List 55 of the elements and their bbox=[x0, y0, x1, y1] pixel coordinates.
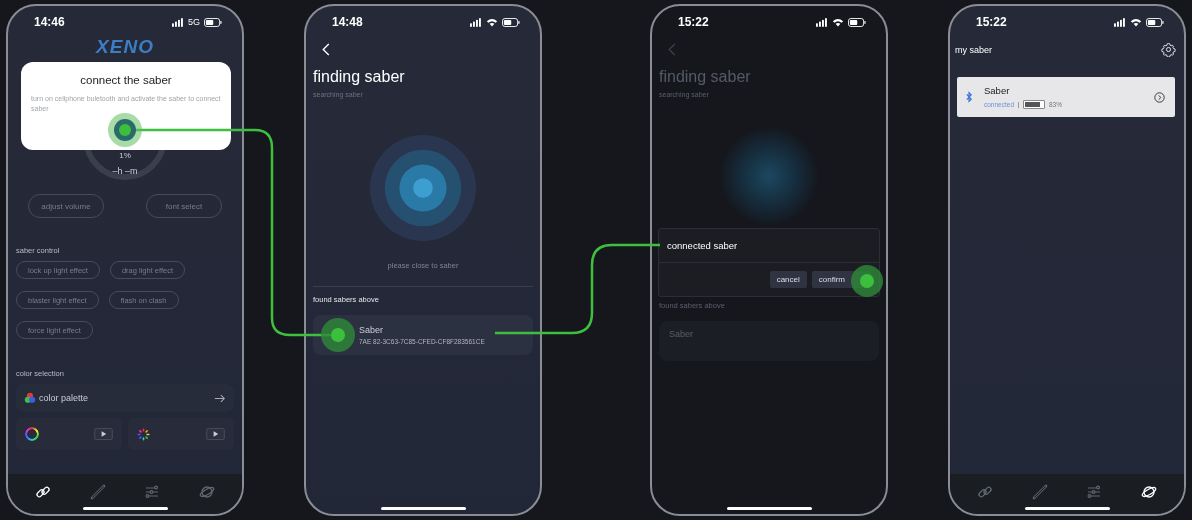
sliders-icon bbox=[1086, 484, 1103, 500]
arrow-right-icon bbox=[214, 393, 226, 403]
play-icon[interactable] bbox=[206, 428, 225, 440]
battery-percent: 1% bbox=[119, 151, 131, 160]
page-title: my saber bbox=[955, 44, 992, 55]
battery-icon bbox=[502, 17, 520, 27]
page-title: finding saber bbox=[313, 68, 406, 86]
link-icon bbox=[35, 484, 52, 500]
chevron-right-icon[interactable] bbox=[1154, 91, 1165, 103]
remaining-time: –h –m bbox=[112, 166, 138, 176]
sliders-icon bbox=[144, 484, 161, 500]
wifi-icon bbox=[1130, 17, 1142, 27]
battery-level-icon bbox=[1023, 100, 1045, 109]
planet-icon bbox=[198, 484, 215, 500]
back-icon[interactable] bbox=[322, 43, 330, 56]
tap-indicator bbox=[108, 113, 142, 147]
bluetooth-icon bbox=[965, 91, 973, 103]
saber-icon bbox=[1031, 484, 1048, 500]
status-time: 14:46 bbox=[34, 15, 65, 29]
color-mode-card[interactable] bbox=[16, 418, 122, 450]
wifi-icon bbox=[832, 17, 844, 27]
status-time: 15:22 bbox=[678, 15, 709, 29]
brand-logo: XENO bbox=[96, 36, 154, 58]
dialog-button[interactable]: cancel bbox=[769, 271, 807, 288]
network-label: 5G bbox=[188, 17, 200, 27]
page-title: finding saber bbox=[659, 68, 752, 86]
signal-icon bbox=[816, 17, 828, 27]
saber-icon bbox=[89, 484, 106, 500]
saber-name: Saber bbox=[984, 85, 1011, 96]
signal-icon bbox=[1114, 17, 1126, 27]
color-palette-icon bbox=[24, 392, 36, 404]
device-name: Saber bbox=[659, 321, 879, 361]
link-icon bbox=[977, 484, 994, 500]
back-icon bbox=[668, 43, 676, 56]
tap-indicator bbox=[321, 318, 355, 352]
dotted-ring-icon bbox=[137, 427, 150, 441]
battery-icon bbox=[1146, 17, 1164, 27]
battery-icon bbox=[848, 17, 866, 27]
palette-label: color palette bbox=[39, 393, 90, 403]
color-palette-row[interactable]: color palette bbox=[16, 384, 234, 412]
battery-icon bbox=[204, 17, 222, 27]
status-time: 15:22 bbox=[976, 15, 1007, 29]
tap-indicator bbox=[851, 265, 883, 297]
dialog-title: connect the saber bbox=[79, 74, 173, 86]
dialog-message: connected saber bbox=[659, 229, 879, 263]
settings-icon[interactable] bbox=[1161, 42, 1176, 57]
planet-icon bbox=[1140, 484, 1157, 500]
color-wheel-icon bbox=[25, 427, 39, 441]
signal-icon bbox=[470, 17, 482, 27]
status-time: 14:48 bbox=[332, 15, 363, 29]
signal-icon bbox=[172, 17, 184, 27]
play-icon[interactable] bbox=[94, 428, 113, 440]
color-mode-card[interactable] bbox=[128, 418, 234, 450]
wifi-icon bbox=[486, 17, 498, 27]
device-name: Saber bbox=[359, 325, 385, 335]
